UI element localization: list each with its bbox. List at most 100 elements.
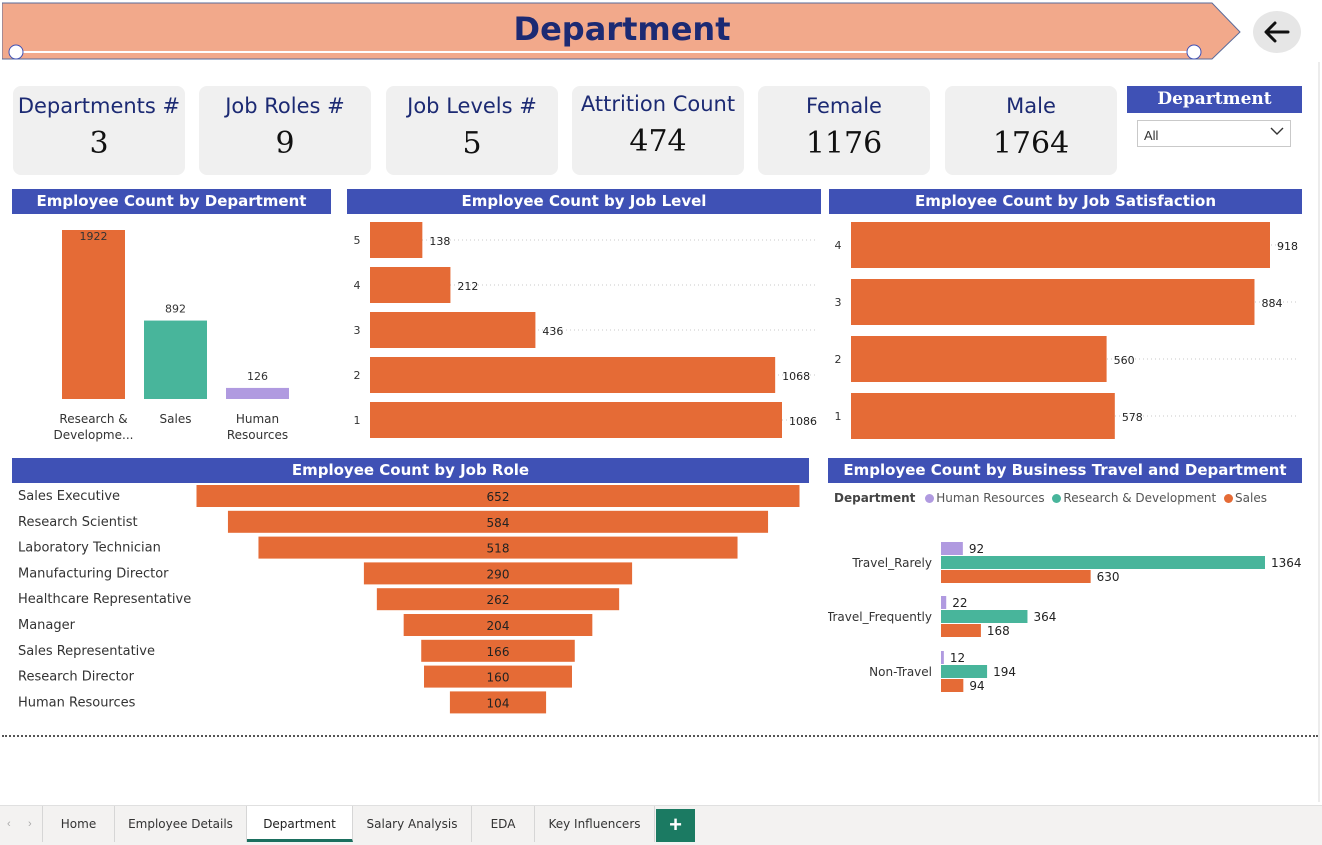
department-slicer-dropdown[interactable]: All — [1137, 120, 1291, 147]
data-label: 630 — [1097, 570, 1120, 584]
category-label: Developme... — [54, 428, 134, 442]
employee-count-by-job-satisfaction-chart: 4 918 3 884 2 560 1 578 — [835, 222, 1299, 439]
legend-label: Human Resources — [936, 491, 1045, 505]
data-label: 892 — [165, 303, 186, 316]
tab-eda[interactable]: EDA — [472, 806, 535, 842]
report-page: Department Departments # 3 Job Roles # 9… — [0, 0, 1322, 845]
bar-Sales — [941, 679, 964, 692]
tab-key-influencers[interactable]: Key Influencers — [535, 806, 655, 842]
category-label: 2 — [835, 353, 842, 366]
bar-1 — [144, 320, 207, 399]
job-role-chart-title: Employee Count by Job Role — [12, 458, 809, 483]
category-label: Sales — [160, 412, 192, 426]
data-label: 652 — [487, 490, 510, 504]
employee-count-by-travel-chart: Travel_Rarely 92 1364 630 Travel_Frequently 2… — [828, 542, 1302, 693]
bar-2 — [226, 387, 289, 399]
data-label: 22 — [952, 596, 967, 610]
job-level-chart-title: Employee Count by Job Level — [347, 189, 821, 214]
data-label: 204 — [487, 619, 510, 633]
data-label: 168 — [987, 624, 1010, 638]
kpi-value: 5 — [462, 126, 482, 161]
kpi-male-card: Male 1764 — [945, 86, 1117, 175]
category-label: 1 — [354, 414, 361, 427]
data-label: 212 — [457, 280, 478, 293]
category-label: Travel_Rarely — [851, 556, 932, 570]
bar-Human Resources — [941, 542, 963, 555]
category-label: Manufacturing Director — [18, 566, 169, 581]
category-label: 4 — [354, 279, 361, 292]
category-label: Research Director — [18, 670, 135, 685]
category-label: 4 — [835, 239, 842, 252]
tab-employee-details[interactable]: Employee Details — [115, 806, 247, 842]
category-label: 3 — [835, 296, 842, 309]
data-label: 104 — [487, 696, 510, 710]
category-label: Sales Representative — [18, 644, 155, 659]
bar-Human Resources — [941, 596, 947, 609]
bar-2 — [370, 312, 536, 348]
travel-chart-title: Employee Count by Business Travel and De… — [828, 458, 1302, 483]
category-label: Travel_Frequently — [828, 610, 932, 624]
data-label: 92 — [969, 542, 984, 556]
kpi-job-levels-card: Job Levels # 5 — [386, 86, 558, 175]
category-label: Manager — [18, 618, 76, 633]
data-label: 918 — [1277, 240, 1298, 253]
bar-2 — [851, 336, 1107, 382]
data-label: 166 — [487, 645, 510, 659]
category-label: Laboratory Technician — [18, 541, 161, 556]
legend-dot-icon — [1224, 494, 1234, 503]
category-label: 3 — [354, 324, 361, 337]
category-label: Research & — [59, 412, 127, 426]
bar-1 — [370, 267, 451, 303]
kpi-value: 3 — [89, 126, 109, 161]
legend-item-sales[interactable]: Sales — [1224, 491, 1267, 505]
page-scrollbar[interactable] — [1318, 62, 1320, 802]
legend-item-research-development[interactable]: Research & Development — [1052, 491, 1216, 505]
kpi-value: 1764 — [992, 126, 1070, 161]
data-label: 1086 — [789, 415, 817, 428]
back-button[interactable] — [1253, 11, 1301, 53]
bar-Research & Development — [941, 665, 988, 678]
data-label: 578 — [1122, 411, 1143, 424]
tab-salary-analysis[interactable]: Salary Analysis — [353, 806, 472, 842]
kpi-attrition-card: Attrition Count 474 — [572, 86, 744, 175]
bar-0 — [851, 222, 1270, 268]
legend-item-human-resources[interactable]: Human Resources — [925, 491, 1045, 505]
next-page-arrow-icon[interactable]: › — [28, 818, 32, 830]
bar-1 — [851, 279, 1255, 325]
data-label: 1068 — [782, 370, 810, 383]
department-slicer-title: Department — [1127, 86, 1302, 113]
category-label: Human Resources — [18, 695, 136, 710]
category-label: Human — [236, 412, 279, 426]
category-label: Sales Executive — [18, 489, 120, 504]
bar-3 — [370, 357, 776, 393]
kpi-label: Job Levels # — [407, 94, 537, 118]
data-label: 436 — [542, 325, 563, 338]
bar-0 — [370, 222, 423, 258]
kpi-departments-card: Departments # 3 — [13, 86, 185, 175]
legend-dot-icon — [925, 494, 935, 503]
category-label: Resources — [227, 428, 288, 442]
job-satisfaction-chart-title: Employee Count by Job Satisfaction — [829, 189, 1302, 214]
data-label: 1922 — [80, 230, 108, 243]
kpi-value: 474 — [629, 124, 687, 159]
legend-title: Department — [834, 491, 916, 505]
kpi-job-roles-card: Job Roles # 9 — [199, 86, 371, 175]
bar-Sales — [941, 624, 981, 637]
bar-Research & Development — [941, 610, 1028, 623]
data-label: 94 — [969, 679, 984, 693]
kpi-female-card: Female 1176 — [758, 86, 930, 175]
chevron-down-icon — [1270, 127, 1284, 135]
kpi-label: Departments # — [17, 94, 181, 118]
data-label: 194 — [993, 665, 1016, 679]
tab-department[interactable]: Department — [247, 806, 353, 842]
data-label: 584 — [487, 516, 510, 530]
title-banner: Department — [1, 2, 1242, 60]
kpi-label: Male — [1006, 94, 1056, 118]
prev-page-arrow-icon[interactable]: ‹ — [7, 818, 11, 830]
page-tab-bar: ‹ › Home Employee Details Department Sal… — [0, 805, 1322, 845]
add-page-button[interactable]: + — [656, 809, 695, 842]
employee-count-by-job-role-chart: 652 Sales Executive 584 Research Scientist 5… — [18, 485, 800, 714]
employee-count-by-department-chart: 1922 Research & Developme... 892 Sales 126 Hum… — [54, 230, 289, 442]
tab-home[interactable]: Home — [42, 806, 115, 842]
arrow-left-icon — [1264, 21, 1290, 43]
